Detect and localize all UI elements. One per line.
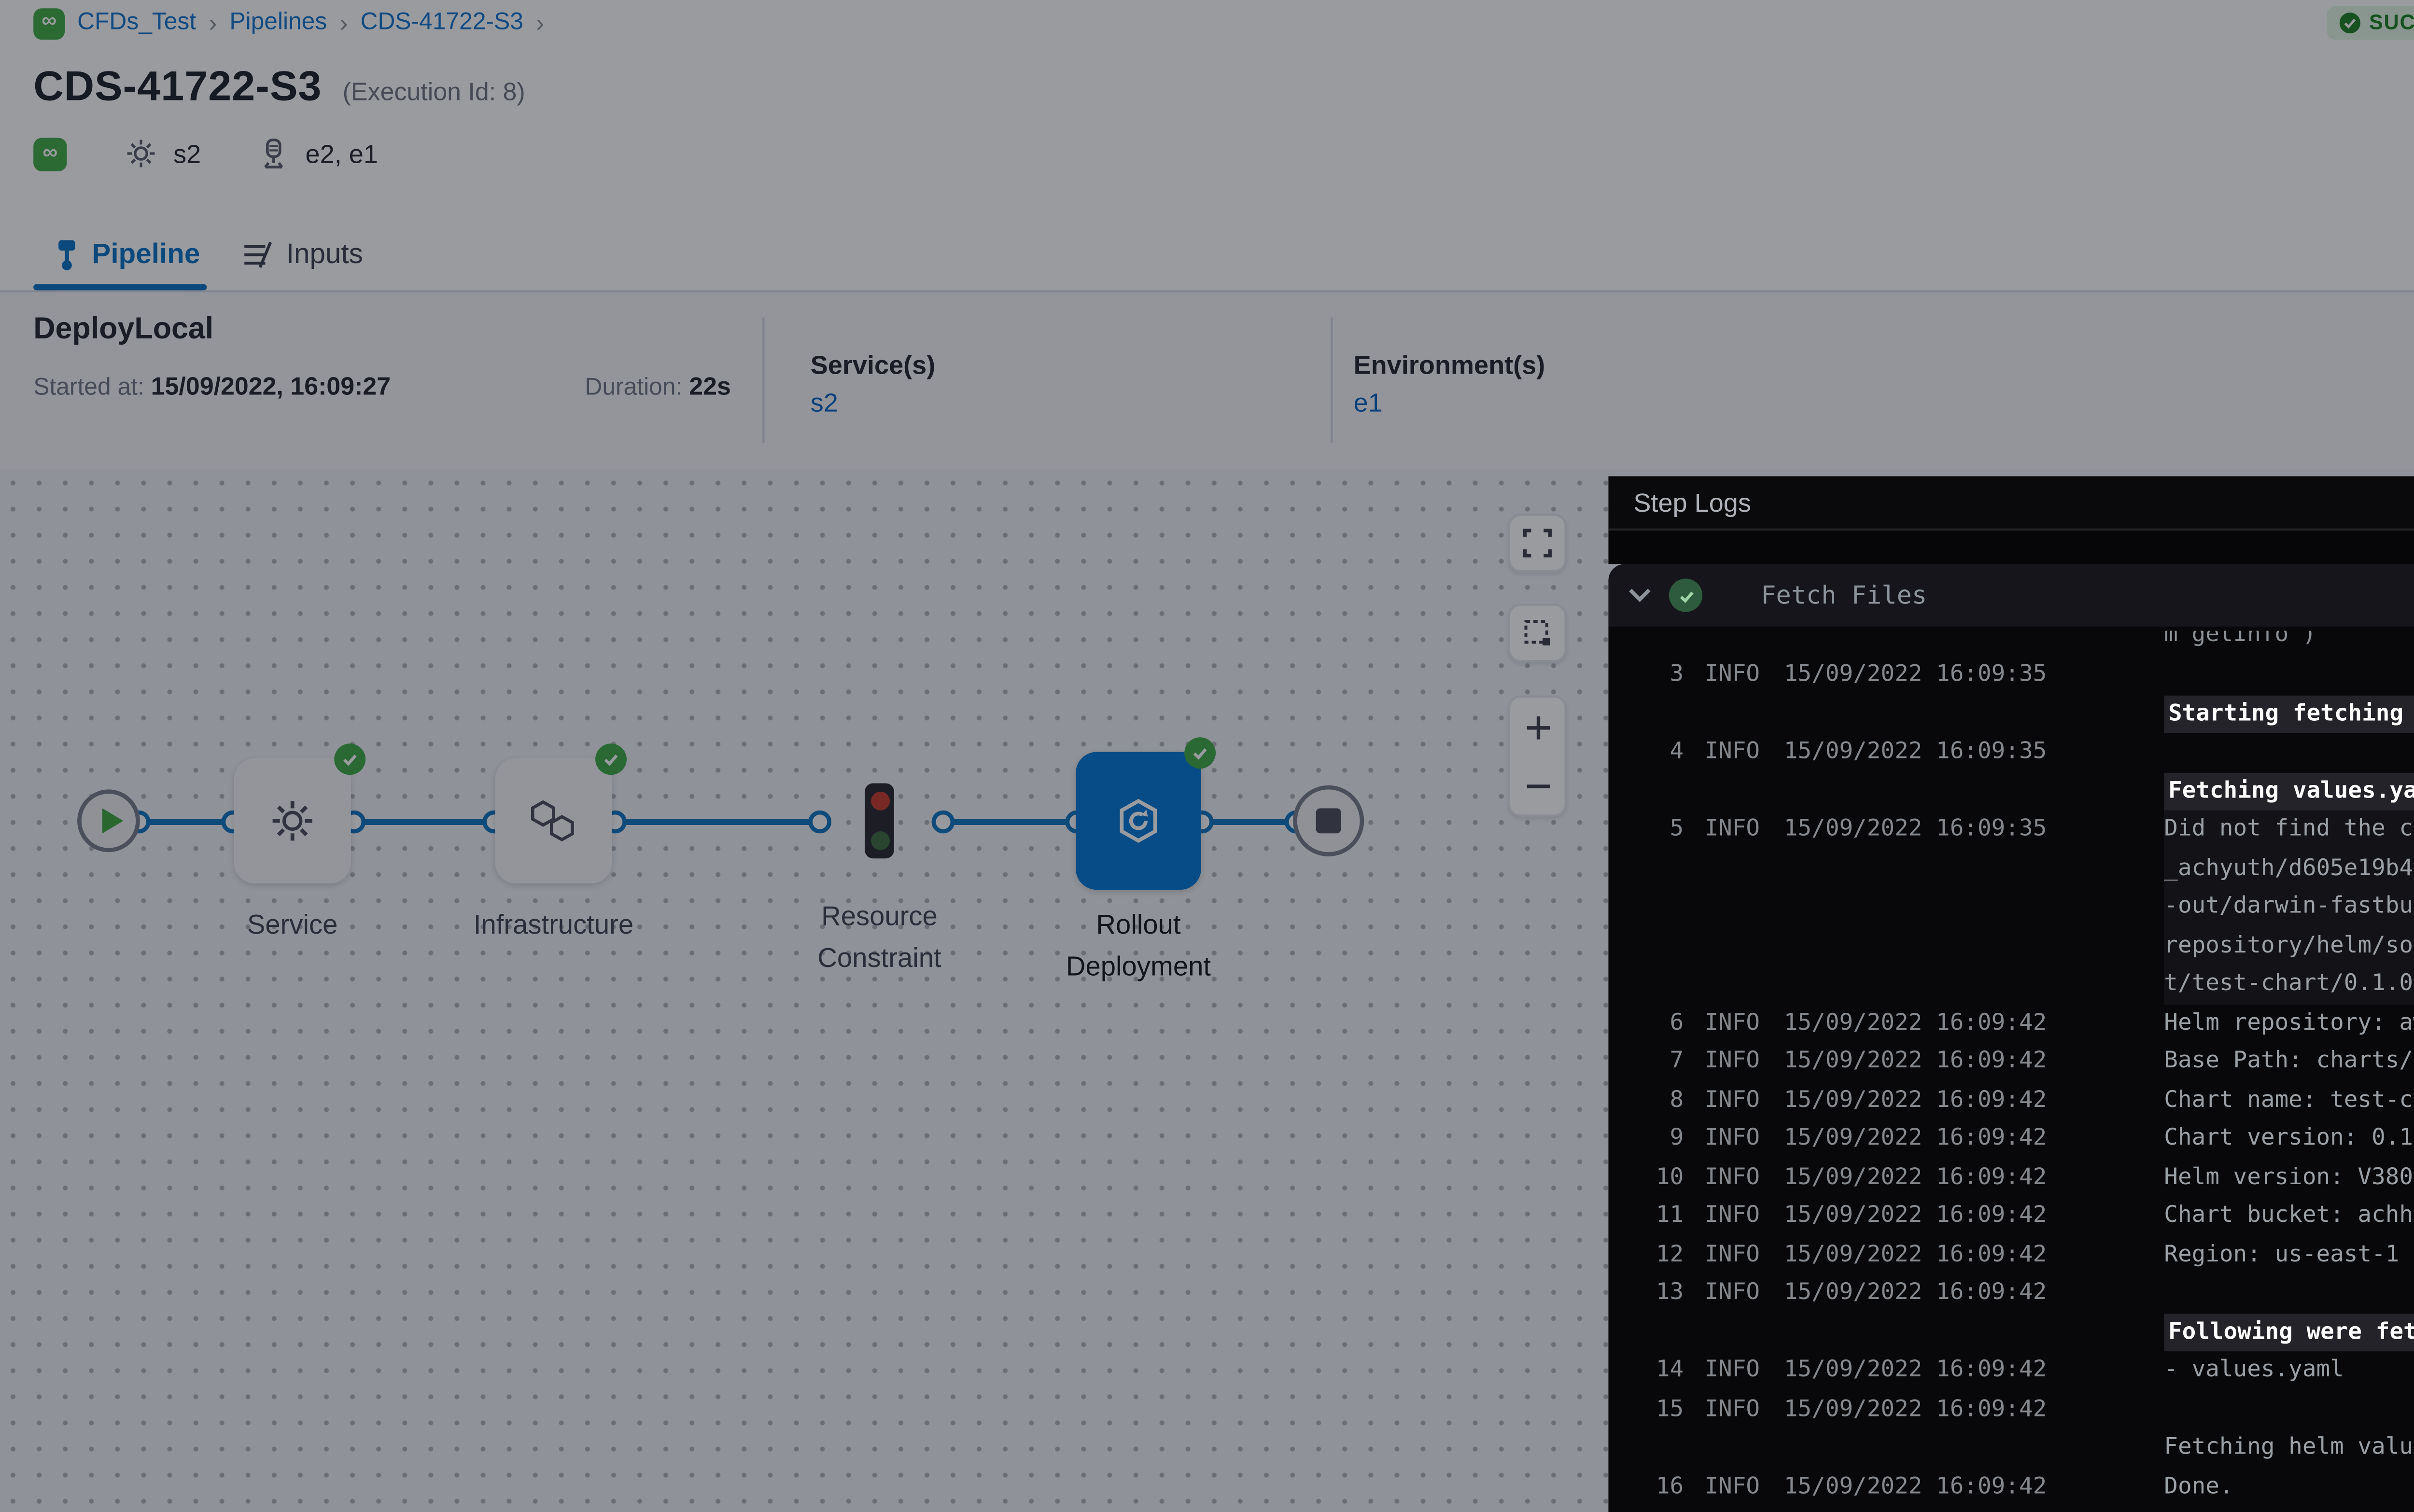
step-log-card: Fetch Files ↑ ↓ 9s m getInfo ) 3INFO15/0…	[1608, 564, 2414, 1512]
log-entry: 4INFO15/09/2022 16:09:35Fetching values.…	[1625, 733, 2414, 811]
log-entry: 13INFO15/09/2022 16:09:42Following were …	[1625, 1274, 2414, 1351]
step-name: Fetch Files	[1761, 581, 1927, 610]
log-message: Chart bucket: achhelmbucket	[2164, 1197, 2414, 1235]
log-entry: 11INFO15/09/2022 16:09:42Chart bucket: a…	[1625, 1197, 2414, 1235]
log-message: Following were fetched successfully :	[2164, 1274, 2414, 1351]
log-message: Base Path: charts/	[2164, 1042, 2414, 1081]
log-message: Helm version: V380	[2164, 1158, 2414, 1197]
log-entry: 16INFO15/09/2022 16:09:42Done.	[1625, 1467, 2414, 1506]
log-entry: 5INFO15/09/2022 16:09:35Did not find the…	[1625, 811, 2414, 1004]
step-logs-title: Step Logs	[1633, 488, 1751, 517]
log-entry: 8INFO15/09/2022 16:09:42Chart name: test…	[1625, 1081, 2414, 1120]
chevron-down-icon	[1627, 587, 1652, 604]
step-success-icon	[1669, 578, 1702, 612]
panel-spacer	[1608, 531, 2414, 564]
log-entry: 9INFO15/09/2022 16:09:42Chart version: 0…	[1625, 1120, 2414, 1158]
log-message: Region: us-east-1	[2164, 1235, 2414, 1274]
log-message: Did not find the chart and version in lo…	[2164, 811, 2414, 1004]
log-message: Done.	[2164, 1467, 2414, 1506]
log-partial-line: m getInfo )	[1625, 631, 2414, 656]
log-message: Starting fetching Helm values	[2164, 656, 2414, 733]
log-message: - values.yaml	[2164, 1351, 2414, 1390]
log-entry: 14INFO15/09/2022 16:09:42- values.yaml	[1625, 1351, 2414, 1390]
log-entry: 6INFO15/09/2022 16:09:42Helm repository:…	[1625, 1004, 2414, 1042]
step-log-section-header[interactable]: Fetch Files ↑ ↓ 9s	[1608, 564, 2414, 627]
log-entry: 7INFO15/09/2022 16:09:42Base Path: chart…	[1625, 1042, 2414, 1081]
app-window: ∞ CFDs_Test › Pipelines › CDS-41722-S3 ›…	[0, 0, 2414, 1512]
log-message: Chart name: test-chart	[2164, 1081, 2414, 1120]
log-message: Fetching helm values completed successfu…	[2164, 1390, 2414, 1467]
log-body[interactable]: m getInfo ) 3INFO15/09/2022 16:09:35Star…	[1608, 627, 2414, 1512]
log-entry: 15INFO15/09/2022 16:09:42Fetching helm v…	[1625, 1390, 2414, 1467]
step-logs-panel: Step Logs Console View Fetch Files ↑ ↓ 9…	[1608, 476, 2414, 1512]
log-message: Chart version: 0.1.0	[2164, 1120, 2414, 1158]
step-logs-header: Step Logs Console View	[1608, 476, 2414, 530]
log-entry: 3INFO15/09/2022 16:09:35Starting fetchin…	[1625, 656, 2414, 733]
log-message: Helm repository: aws-qa-setup-modified	[2164, 1004, 2414, 1042]
log-entry: 10INFO15/09/2022 16:09:42Helm version: V…	[1625, 1158, 2414, 1197]
log-message: Fetching values.yaml from helm chart rep…	[2164, 733, 2414, 811]
log-entry: 12INFO15/09/2022 16:09:42Region: us-east…	[1625, 1235, 2414, 1274]
